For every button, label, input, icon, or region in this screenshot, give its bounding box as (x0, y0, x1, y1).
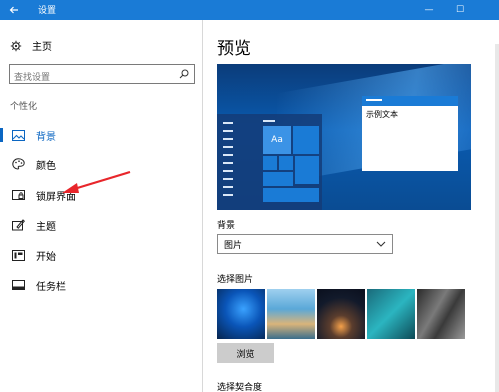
sidebar-item-start[interactable]: 开始 (0, 244, 203, 266)
title-bar: 设置 — ☐ (0, 0, 499, 20)
sidebar-item-label: 背景 (36, 131, 56, 143)
sidebar-item-label: 任务栏 (36, 281, 66, 293)
background-label: 背景 (217, 221, 236, 231)
background-dropdown-value: 图片 (224, 240, 243, 251)
palette-icon (10, 157, 26, 171)
browse-button[interactable]: 浏览 (217, 343, 274, 363)
sidebar-item-label: 开始 (36, 251, 56, 263)
back-arrow-icon (9, 6, 18, 14)
back-button[interactable] (0, 0, 28, 20)
lock-screen-icon (10, 188, 26, 202)
preview-sample-window: 示例文本 (362, 96, 458, 171)
thumbnail-windows-default[interactable] (217, 289, 265, 339)
background-preview: Aa 示例文本 (217, 64, 471, 210)
picture-icon (10, 128, 26, 142)
picture-thumbnails (217, 289, 467, 339)
background-dropdown[interactable]: 图片 (217, 234, 393, 254)
sidebar-item-taskbar[interactable]: 任务栏 (0, 274, 203, 296)
choose-picture-label: 选择图片 (217, 275, 254, 285)
preview-sample-text: 示例文本 (366, 110, 398, 119)
sidebar-item-label: 主题 (36, 221, 56, 233)
window-title: 设置 (38, 6, 57, 16)
thumbnail-underwater[interactable] (367, 289, 415, 339)
start-icon (10, 248, 26, 262)
scrollbar[interactable] (495, 44, 499, 392)
theme-icon (10, 218, 26, 232)
minimize-button[interactable]: — (415, 0, 443, 20)
gear-icon (10, 40, 22, 51)
choose-fit-label: 选择契合度 (217, 383, 263, 392)
nav-home[interactable]: 主页 (10, 38, 52, 53)
preview-start-menu: Aa (217, 114, 322, 210)
taskbar-icon (10, 278, 26, 292)
sidebar: 主页 个性化 背景 颜色 锁屏界面 主题 开始 (0, 20, 203, 392)
chevron-down-icon (376, 241, 386, 247)
sidebar-item-label: 颜色 (36, 160, 56, 172)
main-content: 预览 Aa 示例文本 背景 图片 选择图片 浏览 选择契合度 (204, 20, 499, 392)
thumbnail-night-sky[interactable] (317, 289, 365, 339)
preview-tile-text: Aa (263, 126, 291, 154)
page-title: 预览 (217, 39, 251, 59)
sidebar-item-themes[interactable]: 主题 (0, 214, 203, 236)
nav-home-label: 主页 (32, 42, 52, 53)
annotation-arrow-icon (62, 170, 131, 193)
search-input[interactable] (10, 69, 170, 87)
maximize-button[interactable]: ☐ (446, 0, 474, 20)
search-box[interactable] (9, 64, 195, 87)
thumbnail-beach[interactable] (267, 289, 315, 339)
thumbnail-rock[interactable] (417, 289, 465, 339)
sidebar-item-background[interactable]: 背景 (0, 124, 203, 146)
section-label-personalization: 个性化 (10, 102, 38, 112)
search-icon[interactable] (179, 69, 189, 79)
